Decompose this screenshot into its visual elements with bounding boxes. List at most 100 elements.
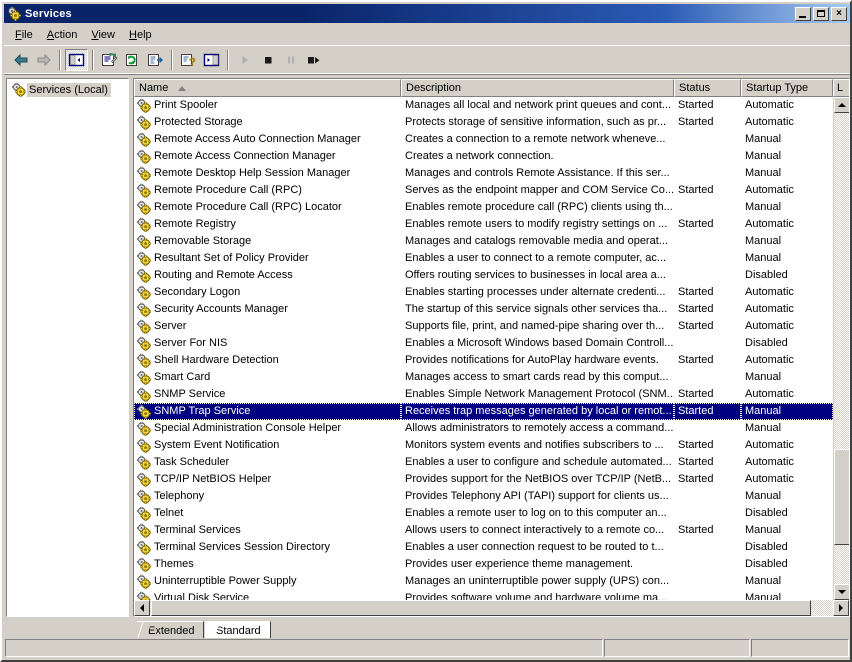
- cell-description: Manages an uninterruptible power supply …: [401, 573, 674, 590]
- tree-node-label: Services (Local): [27, 83, 111, 97]
- pause-service-button[interactable]: [279, 49, 302, 71]
- table-row[interactable]: Remote Access Connection ManagerCreates …: [134, 148, 833, 165]
- cell-startup-type: Disabled: [741, 556, 833, 573]
- vertical-scrollbar-thumb[interactable]: [834, 449, 850, 545]
- title-bar[interactable]: Services ×: [4, 4, 850, 23]
- menu-file[interactable]: File: [8, 27, 40, 44]
- table-row[interactable]: Special Administration Console HelperAll…: [134, 420, 833, 437]
- table-row[interactable]: TCP/IP NetBIOS HelperProvides support fo…: [134, 471, 833, 488]
- tree-node-services-local[interactable]: Services (Local): [11, 82, 128, 98]
- refresh-button[interactable]: [121, 49, 144, 71]
- table-row[interactable]: Protected StorageProtects storage of sen…: [134, 114, 833, 131]
- services-gear-icon: [136, 268, 152, 284]
- cell-status: [674, 199, 741, 216]
- cell-service-name: Special Administration Console Helper: [134, 420, 401, 437]
- cell-status: [674, 131, 741, 148]
- column-header-log-on-as[interactable]: L: [833, 79, 850, 97]
- close-button[interactable]: ×: [831, 7, 847, 21]
- column-header-startup-type[interactable]: Startup Type: [741, 79, 833, 97]
- table-row[interactable]: Remote RegistryEnables remote users to m…: [134, 216, 833, 233]
- forward-button[interactable]: [32, 49, 55, 71]
- scroll-left-button[interactable]: [134, 600, 150, 616]
- table-row[interactable]: Uninterruptible Power Supply Manages an u…: [134, 573, 833, 590]
- cell-description: Monitors system events and notifies subs…: [401, 437, 674, 454]
- menu-help[interactable]: Help: [122, 27, 159, 44]
- horizontal-scrollbar[interactable]: [134, 600, 849, 616]
- cell-service-name: Themes: [134, 556, 401, 573]
- service-name-label: Remote Desktop Help Session Manager: [154, 165, 350, 182]
- menu-action[interactable]: Action: [40, 27, 85, 44]
- window-title: Services: [25, 8, 72, 20]
- services-gear-icon: [136, 472, 152, 488]
- show-hide-tree-button[interactable]: [65, 49, 88, 71]
- table-row[interactable]: Terminal Services Session DirectoryEnabl…: [134, 539, 833, 556]
- cell-description: Provides support for the NetBIOS over TC…: [401, 471, 674, 488]
- horizontal-scrollbar-thumb[interactable]: [151, 600, 811, 616]
- help-button[interactable]: ?: [177, 49, 200, 71]
- table-row[interactable]: Terminal ServicesAllows users to connect…: [134, 522, 833, 539]
- console-tree-pane: Services (Local): [6, 78, 129, 617]
- table-row[interactable]: TelnetEnables a remote user to log on to…: [134, 505, 833, 522]
- service-name-label: Server For NIS: [154, 335, 227, 352]
- table-row[interactable]: ThemesProvides user experience theme man…: [134, 556, 833, 573]
- table-row[interactable]: Task SchedulerEnables a user to configur…: [134, 454, 833, 471]
- properties-button[interactable]: [98, 49, 121, 71]
- scroll-up-button[interactable]: [834, 97, 850, 113]
- column-header-status[interactable]: Status: [674, 79, 741, 97]
- cell-service-name: Terminal Services: [134, 522, 401, 539]
- table-row[interactable]: Remote Desktop Help Session ManagerManag…: [134, 165, 833, 182]
- menu-view[interactable]: View: [84, 27, 122, 44]
- services-gear-icon: [136, 285, 152, 301]
- table-row[interactable]: Security Accounts ManagerThe startup of …: [134, 301, 833, 318]
- cell-description: Serves as the endpoint mapper and COM Se…: [401, 182, 674, 199]
- vertical-scrollbar[interactable]: [833, 97, 849, 600]
- cell-startup-type: Automatic: [741, 114, 833, 131]
- cell-startup-type: Disabled: [741, 505, 833, 522]
- cell-status: [674, 233, 741, 250]
- restart-service-button[interactable]: [302, 49, 325, 71]
- back-button[interactable]: [9, 49, 32, 71]
- table-row[interactable]: Virtual Disk ServiceProvides software vo…: [134, 590, 833, 600]
- cell-status: Started: [674, 97, 741, 114]
- maximize-button[interactable]: [813, 7, 829, 21]
- chevron-up-icon: [838, 103, 846, 107]
- scroll-down-button[interactable]: [834, 584, 850, 600]
- services-gear-icon: [136, 336, 152, 352]
- table-row[interactable]: Smart CardManages access to smart cards …: [134, 369, 833, 386]
- table-row[interactable]: Server For NISEnables a Microsoft Window…: [134, 335, 833, 352]
- cell-status: [674, 539, 741, 556]
- service-name-label: Smart Card: [154, 369, 210, 386]
- tab-extended[interactable]: Extended: [137, 621, 204, 639]
- start-service-button[interactable]: [233, 49, 256, 71]
- table-row[interactable]: ServerSupports file, print, and named-pi…: [134, 318, 833, 335]
- table-row[interactable]: System Event NotificationMonitors system…: [134, 437, 833, 454]
- table-row[interactable]: Remote Access Auto Connection ManagerCre…: [134, 131, 833, 148]
- cell-description: Provides Telephony API (TAPI) support fo…: [401, 488, 674, 505]
- table-row[interactable]: Resultant Set of Policy ProviderEnables …: [134, 250, 833, 267]
- new-window-button[interactable]: [200, 49, 223, 71]
- table-row[interactable]: SNMP ServiceEnables Simple Network Manag…: [134, 386, 833, 403]
- stop-service-button[interactable]: [256, 49, 279, 71]
- minimize-button[interactable]: [795, 7, 811, 21]
- table-row[interactable]: Routing and Remote AccessOffers routing …: [134, 267, 833, 284]
- table-row[interactable]: Removable StorageManages and catalogs re…: [134, 233, 833, 250]
- table-row[interactable]: Print SpoolerManages all local and netwo…: [134, 97, 833, 114]
- table-row[interactable]: TelephonyProvides Telephony API (TAPI) s…: [134, 488, 833, 505]
- export-list-button[interactable]: [144, 49, 167, 71]
- table-row[interactable]: SNMP Trap ServiceReceives trap messages …: [134, 403, 833, 420]
- service-name-label: Uninterruptible Power Supply: [154, 573, 296, 590]
- toolbar-separator: [59, 50, 61, 70]
- cell-startup-type: Manual: [741, 590, 833, 600]
- table-row[interactable]: Shell Hardware DetectionProvides notific…: [134, 352, 833, 369]
- cell-status: [674, 556, 741, 573]
- cell-status: [674, 590, 741, 600]
- cell-startup-type: Automatic: [741, 284, 833, 301]
- table-row[interactable]: Secondary LogonEnables starting processe…: [134, 284, 833, 301]
- column-header-description[interactable]: Description: [401, 79, 674, 97]
- cell-description: Creates a network connection.: [401, 148, 674, 165]
- scroll-right-button[interactable]: [833, 600, 849, 616]
- cell-service-name: System Event Notification: [134, 437, 401, 454]
- column-header-name[interactable]: Name: [134, 79, 401, 97]
- table-row[interactable]: Remote Procedure Call (RPC) LocatorEnabl…: [134, 199, 833, 216]
- table-row[interactable]: Remote Procedure Call (RPC)Serves as the…: [134, 182, 833, 199]
